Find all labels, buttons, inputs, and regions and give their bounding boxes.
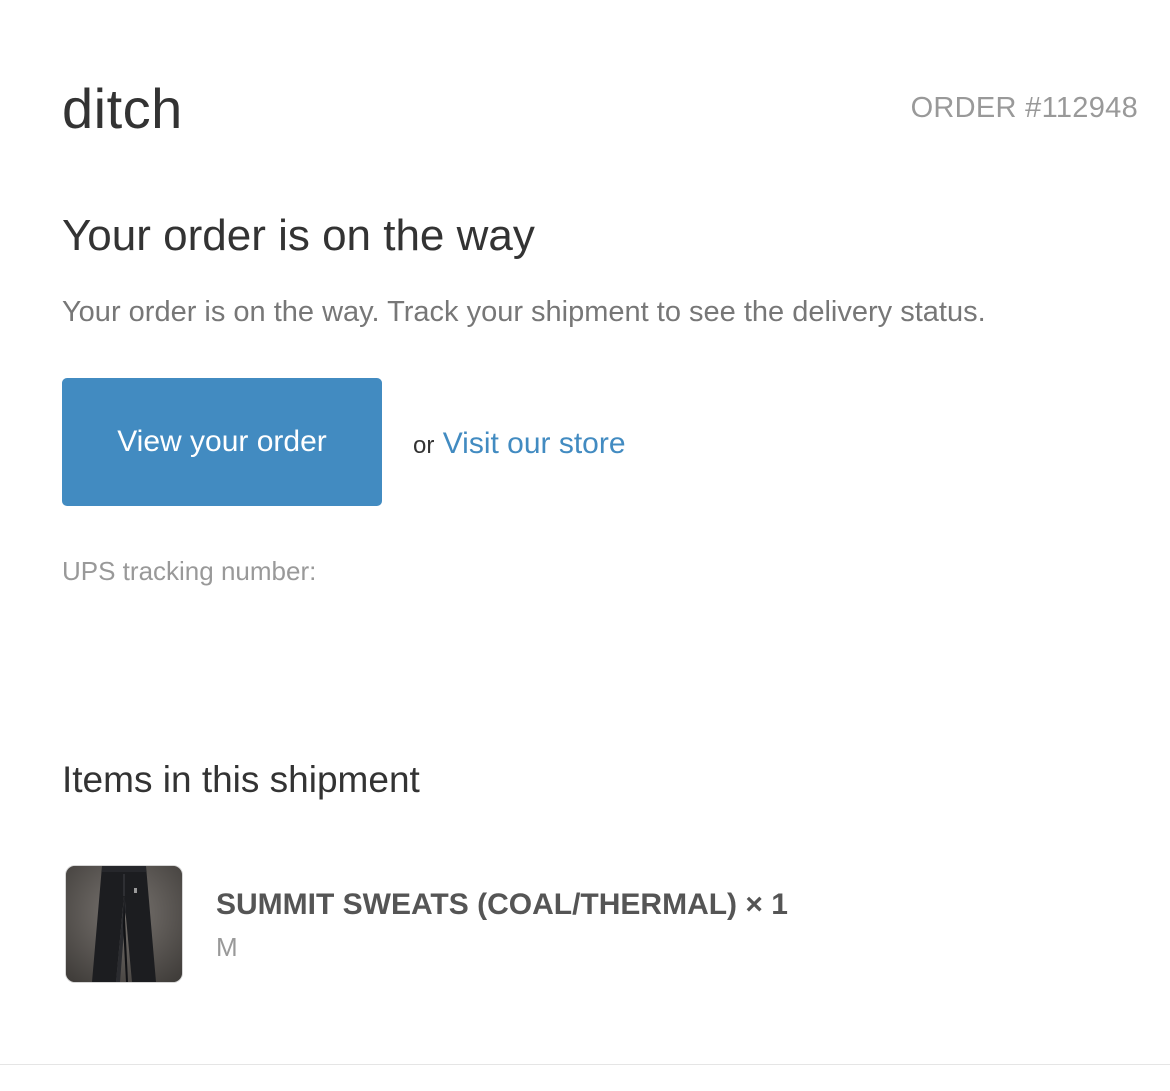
view-order-button[interactable]: View your order [62,378,382,506]
visit-store-link[interactable]: Visit our store [443,427,626,460]
line-item-variant: M [216,932,238,962]
lead-text: Your order is on the way. Track your shi… [62,296,986,328]
line-item-title: SUMMIT SWEATS (COAL/THERMAL) × 1 [216,888,788,921]
view-order-button-label: View your order [117,425,327,458]
brand-logo: ditch [62,77,183,140]
order-number: ORDER #112948 [910,92,1138,124]
tracking-number-label: UPS tracking number: [62,556,317,586]
or-text: or [413,432,435,459]
product-thumbnail-image [66,866,182,982]
secondary-action: or Visit our store [413,422,626,468]
line-item: SUMMIT SWEATS (COAL/THERMAL) × 1 M [62,862,1062,986]
page-title: Your order is on the way [62,211,535,260]
shipment-section-title: Items in this shipment [62,759,420,800]
footer-divider [0,1064,1170,1065]
